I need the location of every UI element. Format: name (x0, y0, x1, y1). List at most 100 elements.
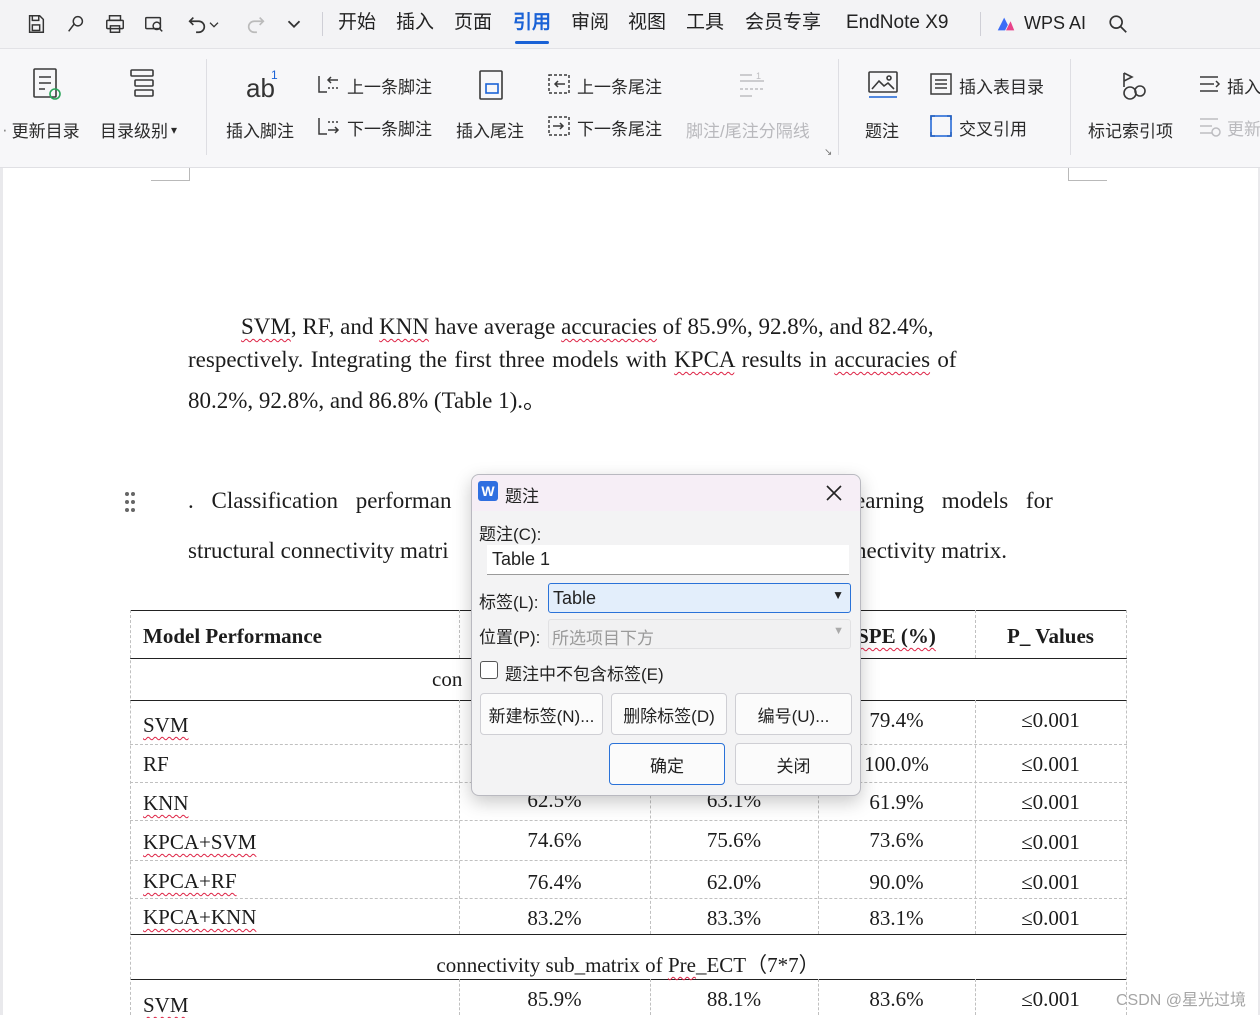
note-separator-icon: 1 (736, 69, 768, 106)
update-index-icon (1196, 113, 1222, 144)
dialog-launcher-icon[interactable]: ↘ (824, 147, 832, 158)
update-toc-button[interactable]: · 更新目录 (2, 117, 80, 142)
tab-endnote[interactable]: EndNote X9 (846, 10, 948, 36)
ok-button[interactable]: 确定 (609, 743, 725, 785)
insert-footnote-button[interactable]: 插入脚注 (226, 117, 294, 142)
redo-icon[interactable] (242, 10, 270, 38)
search-icon[interactable] (1104, 10, 1132, 38)
table-row-acc: 74.6% (527, 828, 582, 852)
svg-text:1: 1 (271, 68, 278, 82)
tab-tools[interactable]: 工具 (686, 10, 724, 36)
label-select[interactable]: Table ▼ (548, 583, 851, 613)
table-row-p: ≤0.001 (1021, 752, 1080, 776)
undo-dropdown-icon[interactable] (206, 10, 222, 38)
position-select-value: 所选项目下方 (552, 629, 654, 648)
toc-level-button[interactable]: 目录级别 ▾ (100, 117, 177, 142)
more-chevron-icon[interactable] (280, 10, 308, 38)
top-toolbar: 开始 插入 页面 引用 审阅 视图 工具 会员专享 EndNote X9 WPS… (0, 0, 1260, 49)
table-caption-left-2: structural connectivity matri (188, 538, 449, 563)
position-field-label: 位置(P): (479, 628, 541, 647)
ribbon: · 更新目录 目录级别 ▾ ab 1 插入脚注 上一条脚注 下一条脚注 插入尾注 上一… (0, 49, 1260, 168)
insert-endnote-icon[interactable] (476, 68, 508, 107)
close-icon[interactable] (822, 481, 846, 505)
mark-index-button[interactable]: 标记索引项 (1088, 117, 1173, 142)
table-row-p: ≤0.001 (1021, 830, 1080, 854)
label-select-value: Table (553, 588, 597, 608)
insert-footnote-icon[interactable]: ab 1 (245, 67, 281, 108)
tab-home[interactable]: 开始 (338, 10, 376, 36)
close-button[interactable]: 关闭 (735, 743, 852, 785)
tab-page[interactable]: 页面 (454, 10, 492, 36)
caption-icon[interactable] (866, 68, 900, 107)
wps-writer-icon: W (478, 481, 498, 501)
prev-endnote-icon[interactable] (546, 72, 572, 101)
table-row-p: ≤0.001 (1021, 987, 1080, 1011)
section-row-2: connectivity sub_matrix of Pre_ECT（7*7） (436, 953, 820, 977)
format-painter-icon[interactable] (62, 10, 90, 38)
prev-footnote-icon[interactable] (316, 72, 342, 101)
delete-label-button[interactable]: 删除标签(D) (611, 693, 727, 735)
chevron-down-icon: ▼ (833, 625, 844, 637)
tab-review[interactable]: 审阅 (571, 10, 609, 36)
position-select: 所选项目下方 ▼ (548, 619, 851, 649)
caption-field-label: 题注(C): (479, 525, 542, 544)
table-row-acc: 83.2% (527, 906, 582, 930)
table-caption-right-1: earning models for (855, 488, 1053, 513)
toc-level-icon[interactable] (126, 66, 160, 107)
table-row-spe: 73.6% (869, 828, 924, 852)
insert-endnote-button[interactable]: 插入尾注 (456, 117, 524, 142)
cross-reference-button[interactable]: 交叉引用 (959, 115, 1027, 140)
table-row-acc: 76.4% (527, 870, 582, 894)
caption-dialog: W 题注 题注(C): Table 1 标签(L): Table ▼ 位置(P)… (471, 474, 861, 796)
table-row-spe: 83.6% (869, 987, 924, 1011)
table-row-spe: 83.1% (869, 906, 924, 930)
wps-ai-icon[interactable] (992, 10, 1020, 38)
prev-footnote-button[interactable]: 上一条脚注 (347, 73, 432, 98)
drag-handle-icon[interactable] (124, 491, 136, 513)
exclude-label-checkbox[interactable] (480, 661, 498, 679)
insert-table-toc-icon[interactable] (928, 71, 954, 102)
caption-button[interactable]: 题注 (865, 117, 899, 142)
table-row-model: KPCA+SVM (143, 830, 257, 854)
table-row-sen: 75.6% (706, 828, 762, 852)
print-preview-icon[interactable] (140, 10, 168, 38)
next-footnote-button[interactable]: 下一条脚注 (347, 115, 432, 140)
table-row-sen: 83.3% (706, 906, 762, 930)
table-row-model: SVM (143, 713, 189, 737)
paragraph-line-2: respectively. Integrating the first thre… (188, 347, 957, 372)
table-header-model: Model Performance (143, 624, 323, 648)
tab-view[interactable]: 视图 (628, 10, 666, 36)
svg-text:1: 1 (756, 71, 761, 81)
prev-endnote-button[interactable]: 上一条尾注 (577, 73, 662, 98)
table-caption-right-2: nectivity matrix. (855, 538, 1008, 563)
table-row-p: ≤0.001 (1021, 708, 1080, 732)
table-row-p: ≤0.001 (1021, 790, 1080, 814)
insert-index-button[interactable]: 插入 (1227, 73, 1260, 98)
section-row-1: con (432, 667, 463, 691)
paragraph-line-3: 80.2%, 92.8%, and 86.8% (Table 1).。 (188, 388, 547, 413)
mark-index-icon[interactable] (1116, 69, 1150, 108)
new-label-button[interactable]: 新建标签(N)... (480, 693, 603, 735)
update-toc-icon[interactable] (30, 66, 64, 107)
dialog-title-bar[interactable]: W 题注 (472, 475, 860, 511)
next-footnote-icon[interactable] (316, 114, 342, 143)
insert-index-icon[interactable] (1196, 71, 1222, 102)
print-icon[interactable] (101, 10, 129, 38)
tab-membership[interactable]: 会员专享 (745, 10, 821, 36)
numbering-button[interactable]: 编号(U)... (735, 693, 852, 735)
table-row-sen: 88.1% (706, 987, 762, 1011)
table-row-sen: 62.0% (706, 870, 762, 894)
table-row-model: RF (143, 752, 169, 776)
table-row-model: KPCA+KNN (143, 905, 257, 929)
caption-text-input[interactable]: Table 1 (487, 545, 849, 575)
label-field-label: 标签(L): (479, 593, 539, 612)
tab-insert[interactable]: 插入 (396, 10, 434, 36)
tab-references[interactable]: 引用 (513, 10, 551, 44)
save-icon[interactable] (22, 10, 50, 38)
wps-ai-label[interactable]: WPS AI (1024, 10, 1086, 36)
next-endnote-icon[interactable] (546, 114, 572, 143)
insert-table-toc-button[interactable]: 插入表目录 (959, 73, 1044, 98)
watermark: CSDN @星光过境 (1115, 992, 1246, 1009)
next-endnote-button[interactable]: 下一条尾注 (577, 115, 662, 140)
cross-reference-icon[interactable] (928, 113, 954, 144)
